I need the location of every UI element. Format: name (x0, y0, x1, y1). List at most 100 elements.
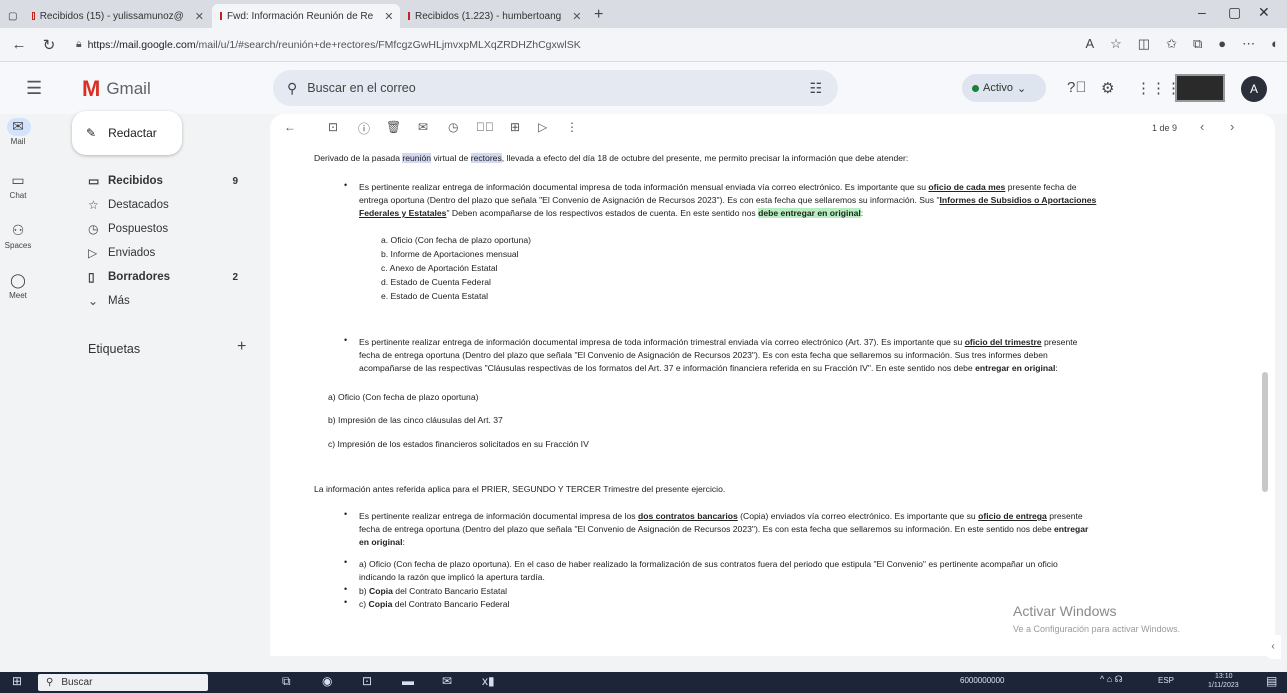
text: : (402, 537, 405, 547)
copilot-icon[interactable]: ◐ (1271, 36, 1279, 52)
tray-icons[interactable]: ^ ⌂ ☊ (1100, 674, 1123, 685)
message-scrollbar[interactable] (1262, 372, 1268, 492)
collections-icon[interactable]: ⧉ (1193, 36, 1202, 52)
browser-tab-3[interactable]: Recibidos (1.223) - humbertoang ✕ (400, 4, 588, 28)
close-tab-icon[interactable]: ✕ (195, 10, 204, 23)
list-1-item: b. Informe de Aportaciones mensual (381, 249, 519, 259)
file-explorer-icon[interactable]: ▬ (402, 674, 414, 688)
search-bar[interactable]: ⚲ Buscar en el correo ☷ (273, 70, 838, 106)
folder-snoozed[interactable]: ◷ Pospuestos (88, 222, 248, 236)
archive-icon[interactable]: ⊡ (328, 120, 338, 134)
reload-icon[interactable]: ↻ (38, 36, 60, 54)
add-task-icon[interactable]: ✓⃝ (476, 120, 494, 134)
rail-mail[interactable]: ✉ Mail (0, 118, 36, 146)
clock-icon: ◷ (88, 222, 99, 236)
notifications-icon[interactable]: ▤ (1266, 674, 1277, 688)
help-icon[interactable]: ?⃝ (1067, 79, 1087, 96)
account-avatar[interactable]: A (1241, 76, 1267, 102)
maximize-button[interactable]: ▢ (1228, 4, 1241, 21)
chevron-down-icon: ⌄ (88, 294, 99, 308)
taskbar-search[interactable]: ⚲ Buscar (38, 674, 208, 691)
windows-activation-title: Activar Windows (1013, 603, 1117, 619)
rail-chat[interactable]: ▭ Chat (0, 172, 36, 200)
browser-tab-1[interactable]: Recibidos (15) - yulissamunoz@ ✕ (24, 4, 212, 28)
gmail-logo[interactable]: M Gmail (82, 76, 151, 102)
settings-gear-icon[interactable]: ⚙ (1101, 79, 1114, 97)
browser-toolbar-icons: A ☆ ◫ ✩ ⧉ ● ⋯ ◐ (1085, 36, 1279, 52)
close-tab-icon[interactable]: ✕ (572, 10, 581, 23)
prev-page-icon[interactable]: ‹ (1200, 119, 1204, 134)
folder-more[interactable]: ⌄ Más (88, 294, 248, 308)
tab-actions-icon[interactable]: ▢ (0, 4, 24, 28)
search-input[interactable]: Buscar en el correo (307, 81, 415, 95)
minimize-button[interactable]: – (1198, 4, 1206, 20)
organization-logo[interactable] (1175, 74, 1225, 102)
list-2-item: b) Impresión de las cinco cláusulas del … (328, 415, 503, 425)
underlined-text: oficio de cada mes (928, 182, 1006, 192)
main-menu-icon[interactable]: ☰ (26, 78, 42, 99)
list-2-item: c) Impresión de los estados financieros … (328, 439, 589, 449)
gmail-favicon-icon (408, 12, 410, 20)
close-window-button[interactable]: ✕ (1258, 4, 1270, 21)
label-icon[interactable]: ▷ (538, 120, 547, 134)
move-to-icon[interactable]: ⊞ (510, 120, 520, 134)
windows-start-icon[interactable]: ⊞ (12, 674, 22, 688)
more-menu-icon[interactable]: ⋯ (1242, 36, 1255, 52)
browser-tab-2[interactable]: Fwd: Información Reunión de Re ✕ (212, 4, 400, 28)
search-icon[interactable]: ⚲ (287, 80, 297, 97)
text: b) (359, 586, 370, 596)
task-view-icon[interactable]: ⧉ (282, 674, 291, 689)
side-panel-toggle-icon[interactable]: ‹ (1265, 635, 1281, 659)
new-tab-button[interactable]: + (594, 4, 603, 28)
excel-icon[interactable]: x▮ (482, 674, 495, 688)
highlighted-text: debe entregar en original (758, 208, 861, 218)
delete-icon[interactable]: 🗑︎ (386, 120, 401, 134)
add-label-button[interactable]: + (237, 338, 246, 356)
more-options-icon[interactable]: ⋮ (566, 120, 578, 134)
bullet-1-paragraph: Es pertinente realizar entrega de inform… (359, 181, 1244, 220)
clock-date[interactable]: 1/11/2023 (1208, 682, 1239, 689)
report-spam-icon[interactable]: ⓘ (358, 120, 370, 137)
text: a) Oficio (Con fecha de plazo oportuna).… (359, 559, 1058, 569)
compose-button[interactable]: ✎ Redactar (72, 111, 182, 155)
spaces-icon: ⚇ (11, 222, 25, 238)
folder-starred[interactable]: ☆ Destacados (88, 198, 248, 212)
folder-inbox[interactable]: ▭ Recibidos 9 (88, 174, 248, 188)
clock-time[interactable]: 13:10 (1215, 673, 1233, 680)
input-language[interactable]: ESP (1158, 676, 1174, 685)
rail-spaces[interactable]: ⚇ Spaces (0, 222, 36, 250)
back-arrow-icon[interactable]: ← (8, 36, 30, 53)
next-page-icon[interactable]: › (1230, 119, 1234, 134)
snooze-icon[interactable]: ◷ (448, 120, 458, 134)
split-screen-icon[interactable]: ◫ (1138, 36, 1150, 52)
send-icon: ▷ (88, 246, 98, 260)
search-options-icon[interactable]: ☷ (809, 80, 822, 97)
read-aloud-icon[interactable]: A (1085, 36, 1094, 52)
favorites-icon[interactable]: ✩ (1166, 36, 1177, 52)
folder-sent[interactable]: ▷ Enviados (88, 246, 248, 260)
text: " Deben acompañarse de los respectivos e… (446, 208, 759, 218)
status-selector[interactable]: Activo ⌄ (962, 74, 1046, 102)
edge-browser-icon[interactable]: ◉ (322, 674, 332, 688)
bullet-3-paragraph: Es pertinente realizar entrega de inform… (359, 510, 1249, 549)
list-1-item: c. Anexo de Aportación Estatal (381, 263, 498, 273)
browser-tab-title: Fwd: Información Reunión de Re (227, 10, 374, 22)
pencil-icon: ✎ (86, 126, 97, 140)
star-icon: ☆ (88, 198, 99, 212)
favorite-star-icon[interactable]: ☆ (1110, 36, 1122, 52)
close-tab-icon[interactable]: ✕ (384, 10, 393, 23)
rail-meet[interactable]: ◯ Meet (0, 272, 36, 300)
profile-icon[interactable]: ● (1218, 36, 1226, 52)
store-icon[interactable]: ⊡ (362, 674, 372, 688)
folder-label: Borradores (108, 271, 170, 283)
url-field[interactable]: 🔒︎ https://mail.google.com/mail/u/1/#sea… (76, 38, 581, 51)
mail-app-icon[interactable]: ✉ (442, 674, 452, 688)
back-arrow-icon[interactable]: ← (284, 120, 296, 134)
pager-text: 1 de 9 (1152, 123, 1178, 133)
bullet-icon: • (344, 597, 348, 607)
folder-drafts[interactable]: ▯ Borradores 2 (88, 270, 248, 284)
chat-icon: ▭ (11, 172, 25, 188)
search-highlight: rectores (470, 153, 502, 163)
mark-unread-icon[interactable]: ✉ (418, 120, 428, 134)
folder-label: Más (108, 295, 130, 307)
